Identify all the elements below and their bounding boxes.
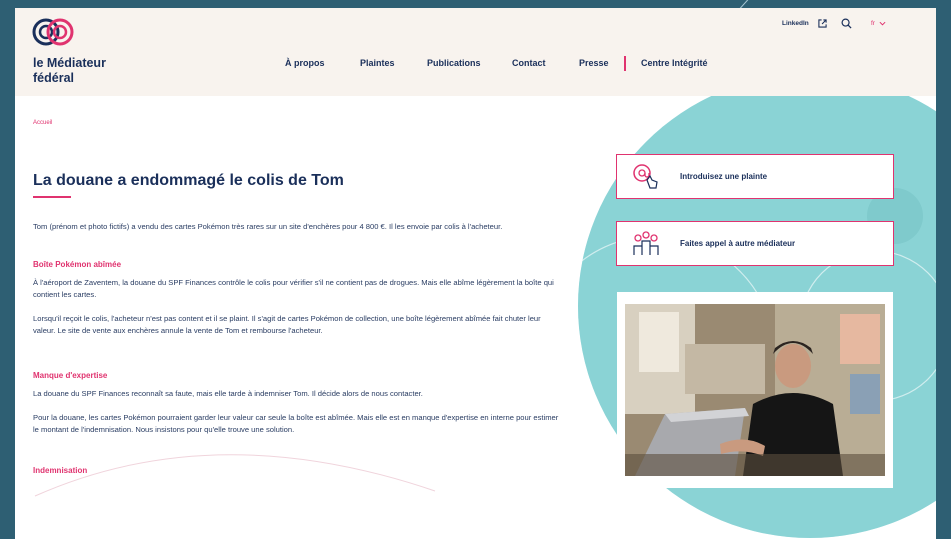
other-mediator-card-label: Faites appel à autre médiateur bbox=[680, 239, 796, 248]
article-photo-frame bbox=[617, 292, 893, 488]
complaint-card-label: Introduisez une plainte bbox=[680, 172, 768, 181]
article-photo bbox=[625, 304, 885, 476]
section-paragraph: À l'aéroport de Zaventem, la douane du S… bbox=[33, 278, 554, 299]
intro-paragraph: Tom (prénom et photo fictifs) a vendu de… bbox=[33, 222, 503, 231]
page-title: La douane a endommagé le colis de Tom bbox=[33, 172, 344, 189]
nav-item-presse[interactable]: Presse bbox=[579, 58, 609, 68]
logo-line-2: fédéral bbox=[33, 71, 74, 85]
section-paragraph: La douane du SPF Finances reconnaît sa f… bbox=[33, 389, 423, 398]
mediateur-logo-icon[interactable] bbox=[31, 12, 75, 52]
search-icon[interactable] bbox=[841, 18, 852, 29]
nav-item-contact[interactable]: Contact bbox=[512, 58, 546, 68]
logo-line-1: le Médiateur bbox=[33, 56, 106, 70]
browser-page: le Médiateur fédéral À propos Plaintes P… bbox=[15, 8, 936, 539]
other-mediator-card-button[interactable]: Faites appel à autre médiateur bbox=[616, 221, 894, 266]
section-paragraph: Pour la douane, les cartes Pokémon pourr… bbox=[33, 413, 559, 434]
section-heading-indemnisation: Indemnisation bbox=[33, 466, 88, 475]
nav-item-publications[interactable]: Publications bbox=[427, 58, 481, 68]
external-link-icon bbox=[818, 19, 827, 28]
logo-wordmark[interactable]: le Médiateur fédéral bbox=[33, 56, 106, 86]
nav-separator bbox=[624, 56, 626, 71]
chevron-down-icon bbox=[879, 21, 886, 26]
language-selector[interactable]: fr bbox=[871, 20, 875, 27]
nav-item-plaintes[interactable]: Plaintes bbox=[360, 58, 395, 68]
section-heading-boite: Boîte Pokémon abîmée bbox=[33, 260, 122, 269]
linkedin-link[interactable]: LinkedIn bbox=[782, 20, 809, 27]
at-sign-hand-icon bbox=[633, 164, 658, 189]
section-heading-expertise: Manque d'expertise bbox=[33, 371, 108, 380]
section-paragraph: Lorsqu'il reçoit le colis, l'acheteur n'… bbox=[33, 314, 541, 335]
nav-item-centre-integrite[interactable]: Centre Intégrité bbox=[641, 58, 708, 68]
nav-item-a-propos[interactable]: À propos bbox=[285, 58, 325, 68]
breadcrumb-home[interactable]: Accueil bbox=[33, 120, 52, 126]
main-content: Accueil La douane a endommagé le colis d… bbox=[15, 96, 936, 539]
people-group-icon bbox=[633, 231, 659, 255]
site-header: le Médiateur fédéral À propos Plaintes P… bbox=[15, 8, 936, 96]
title-underline bbox=[33, 196, 71, 198]
complaint-card-button[interactable]: Introduisez une plainte bbox=[616, 154, 894, 199]
